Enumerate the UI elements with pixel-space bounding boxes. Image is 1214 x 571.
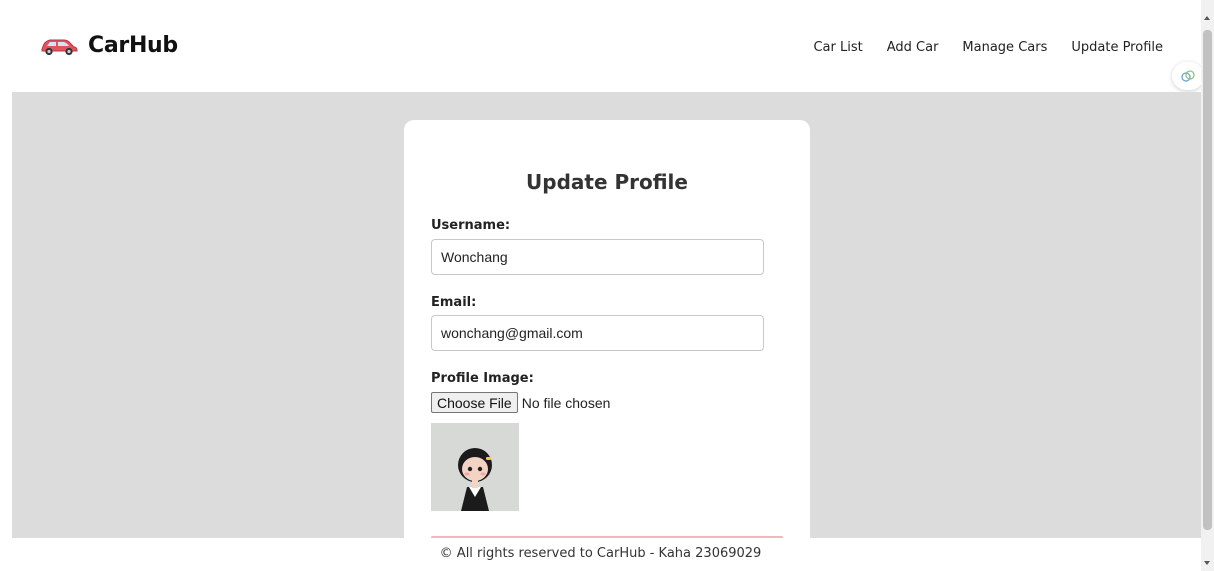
extension-badge[interactable] — [1172, 62, 1204, 90]
page-title: Update Profile — [526, 170, 688, 194]
nav-update-profile[interactable]: Update Profile — [1071, 40, 1163, 55]
vertical-scrollbar[interactable] — [1201, 0, 1214, 571]
update-profile-card: Update Profile Username: Wonchang Email:… — [404, 120, 810, 538]
username-input[interactable]: Wonchang — [431, 239, 764, 275]
email-label: Email: — [431, 295, 477, 310]
brand[interactable]: CarHub — [38, 33, 178, 58]
scroll-down-icon[interactable] — [1204, 561, 1210, 565]
choose-file-button[interactable]: Choose File — [431, 392, 518, 413]
car-icon — [41, 39, 78, 55]
email-input[interactable]: wonchang@gmail.com — [431, 315, 764, 351]
footer-text: © All rights reserved to CarHub - Kaha 2… — [439, 546, 762, 561]
profile-image-label: Profile Image: — [431, 371, 534, 386]
username-label: Username: — [431, 218, 511, 233]
profile-image-preview — [431, 423, 519, 511]
file-status: No file chosen — [521, 394, 611, 411]
file-input[interactable]: Choose File No file chosen — [431, 392, 610, 413]
scroll-thumb[interactable] — [1203, 30, 1212, 530]
main-nav: Car List Add Car Manage Cars Update Prof… — [789, 40, 1163, 55]
nav-car-list[interactable]: Car List — [813, 40, 862, 55]
brand-name: CarHub — [88, 33, 178, 58]
extension-icon — [1181, 70, 1195, 82]
nav-add-car[interactable]: Add Car — [887, 40, 939, 55]
scroll-up-icon[interactable] — [1204, 16, 1210, 20]
page: CarHub Car List Add Car Manage Cars Upda… — [0, 0, 1214, 571]
footer: © All rights reserved to CarHub - Kaha 2… — [0, 538, 1201, 571]
main-content: Update Profile Username: Wonchang Email:… — [12, 92, 1201, 538]
top-header: CarHub Car List Add Car Manage Cars Upda… — [0, 0, 1201, 92]
nav-manage-cars[interactable]: Manage Cars — [962, 40, 1047, 55]
avatar-illustration — [431, 423, 519, 511]
